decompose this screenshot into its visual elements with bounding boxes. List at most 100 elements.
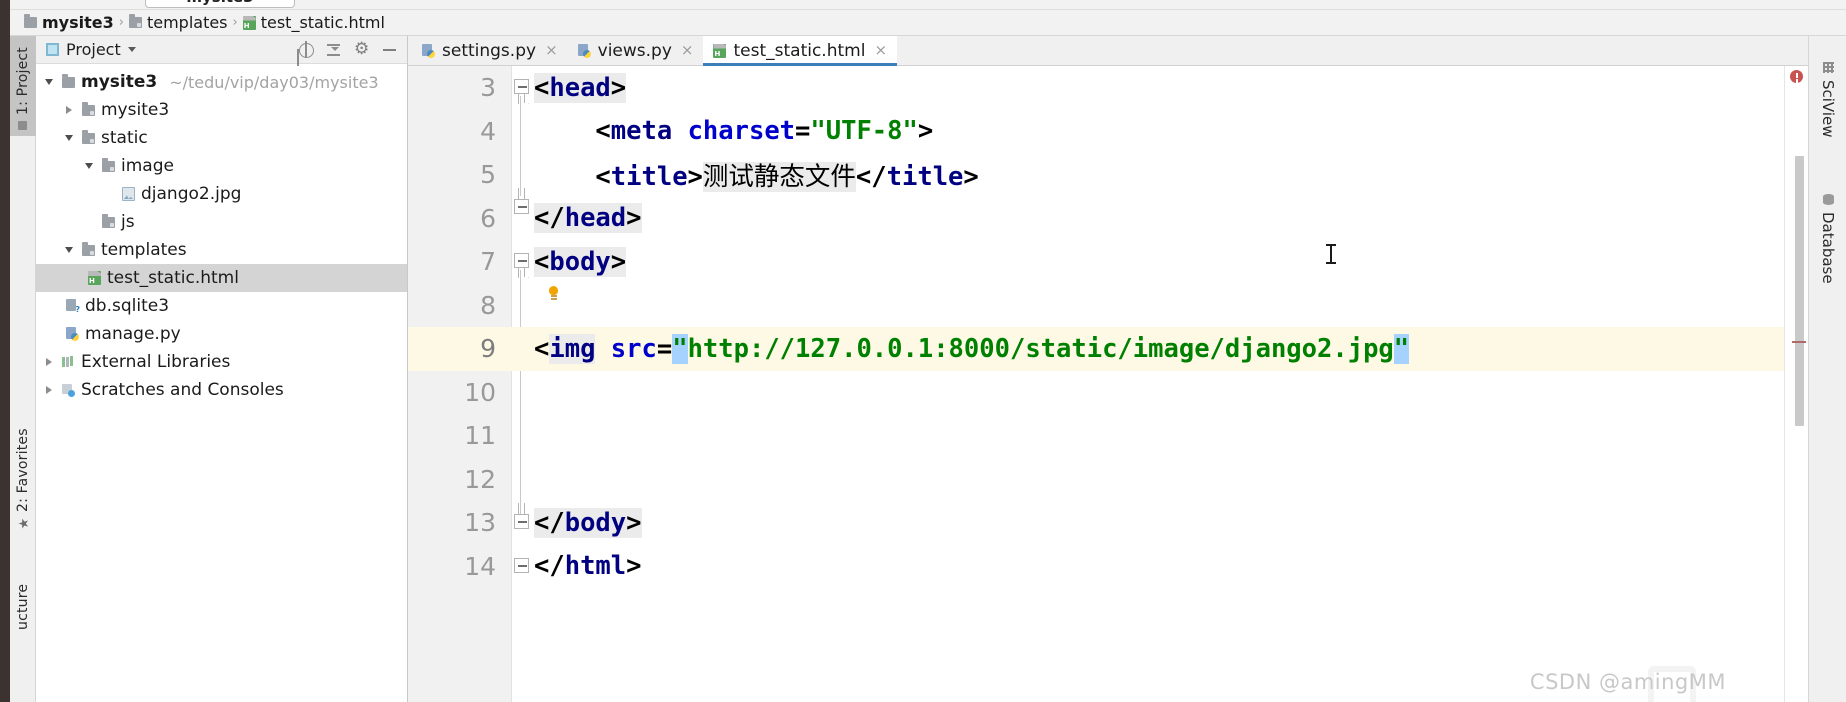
tree-row[interactable]: Scratches and Consoles — [36, 376, 407, 404]
tab-test-static-html[interactable]: test_static.html × — [703, 36, 898, 66]
tree-row[interactable]: js — [36, 208, 407, 236]
folder-icon — [82, 241, 95, 256]
sidebar-item-structure[interactable]: ucture — [10, 546, 36, 636]
line-number: 12 — [464, 464, 496, 494]
tree-row[interactable]: db.sqlite3 — [36, 292, 407, 320]
line-number: 6 — [480, 203, 496, 233]
code-lines: 3 <head> 4 <meta charset="UTF-8"> 5 <tit… — [408, 66, 1808, 702]
line-number: 13 — [464, 508, 496, 538]
tree-row[interactable]: image — [36, 152, 407, 180]
tree-item-label: django2.jpg — [141, 184, 242, 204]
warning-stripe[interactable] — [1792, 341, 1806, 343]
run-configuration-selector[interactable]: mysite3 — [145, 0, 295, 8]
code-line: 7 <body> — [408, 240, 1808, 284]
html-file-icon — [713, 43, 727, 58]
code-line: 13 </body> — [408, 501, 1808, 545]
breadcrumb: mysite3 › templates › test_static.html — [10, 10, 1846, 36]
sidebar-item-sciview[interactable]: SciView — [1809, 54, 1846, 146]
tree-row[interactable]: External Libraries — [36, 348, 407, 376]
tree-row[interactable]: mysite3 ~/tedu/vip/day03/mysite3 — [36, 68, 407, 96]
tree-item-label: js — [121, 212, 135, 232]
folder-icon — [82, 129, 95, 144]
editor-tab-bar: settings.py × views.py × test_static.htm… — [408, 36, 1808, 66]
tree-item-label: Scratches and Consoles — [81, 380, 284, 400]
close-icon[interactable]: × — [681, 43, 694, 58]
tab-label: settings.py — [442, 40, 537, 61]
lightbulb-icon[interactable] — [547, 285, 559, 302]
python-file-icon — [577, 43, 591, 58]
sqlite-file-icon — [66, 299, 80, 314]
error-stripe-icon[interactable] — [1790, 70, 1803, 83]
tree-row[interactable]: templates — [36, 236, 407, 264]
right-tool-window-bar: SciView Database — [1808, 36, 1846, 702]
twisty-icon[interactable] — [42, 79, 56, 85]
line-content: </html> — [534, 551, 642, 582]
tree-row[interactable]: mysite3 — [36, 96, 407, 124]
chevron-down-icon[interactable] — [127, 47, 136, 52]
close-icon[interactable]: × — [545, 43, 558, 58]
tab-views-py[interactable]: views.py × — [568, 36, 704, 65]
twisty-icon[interactable] — [42, 358, 56, 366]
tree-row[interactable]: static — [36, 124, 407, 152]
collapse-all-icon[interactable] — [326, 42, 341, 57]
breadcrumb-item-project[interactable]: mysite3 — [24, 13, 114, 32]
breadcrumb-separator: › — [118, 15, 124, 30]
scratches-icon — [62, 383, 75, 397]
code-line: 5 <title>测试静态文件</title> — [408, 153, 1808, 197]
close-icon[interactable]: × — [874, 43, 887, 58]
html-file-icon — [242, 15, 256, 30]
hide-icon[interactable] — [382, 42, 397, 57]
gear-icon[interactable] — [354, 39, 369, 59]
line-number: 7 — [480, 247, 496, 277]
line-number: 10 — [464, 377, 496, 407]
tree-row[interactable]: django2.jpg — [36, 180, 407, 208]
pycharm-window: mysite3 mysite3 › templates › test_stati… — [0, 0, 1846, 702]
sidebar-item-database[interactable]: Database — [1809, 186, 1846, 292]
tree-item-label: mysite3 — [101, 100, 170, 120]
breadcrumb-item-file[interactable]: test_static.html — [242, 13, 385, 32]
libraries-icon — [62, 356, 75, 368]
twisty-icon[interactable] — [62, 247, 76, 253]
folder-icon — [128, 14, 142, 28]
editor-area: settings.py × views.py × test_static.htm… — [408, 36, 1808, 702]
editor-scrollbar-thumb[interactable] — [1795, 156, 1804, 426]
twisty-icon[interactable] — [42, 386, 56, 394]
tree-item-label: External Libraries — [81, 352, 231, 372]
twisty-icon[interactable] — [82, 163, 96, 169]
code-editor[interactable]: 3 <head> 4 <meta charset="UTF-8"> 5 <tit… — [408, 66, 1808, 702]
folder-icon — [82, 101, 95, 116]
line-number: 9 — [480, 334, 496, 364]
twisty-icon[interactable] — [62, 135, 76, 141]
select-opened-file-icon[interactable] — [298, 41, 314, 58]
folder-icon — [102, 157, 115, 172]
breadcrumb-label: mysite3 — [42, 13, 114, 32]
line-content: </head> — [534, 203, 642, 234]
breadcrumb-separator: › — [232, 15, 238, 30]
tree-item-label: manage.py — [85, 324, 181, 344]
tab-settings-py[interactable]: settings.py × — [412, 36, 568, 65]
project-square-icon — [18, 121, 28, 130]
sidebar-item-project[interactable]: 1: Project — [10, 36, 36, 136]
line-content: <meta charset="UTF-8"> — [595, 116, 934, 147]
tab-label: views.py — [597, 40, 672, 61]
line-content: <title>测试静态文件</title> — [595, 162, 979, 193]
breadcrumb-label: templates — [146, 13, 228, 32]
line-content: <img src="http://127.0.0.1:8000/static/i… — [534, 333, 1410, 364]
breadcrumb-item-templates[interactable]: templates — [128, 13, 228, 32]
code-line: 4 <meta charset="UTF-8"> — [408, 110, 1808, 154]
tab-label: test_static.html — [733, 40, 866, 61]
tree-row[interactable]: test_static.html — [36, 264, 407, 292]
grid-icon — [1822, 62, 1834, 73]
tree-item-label: templates — [101, 240, 187, 260]
project-tool-window: Project mysite3 ~/tedu/vip/day03/mysite3 — [36, 36, 408, 702]
project-tree: mysite3 ~/tedu/vip/day03/mysite3 mysite3… — [36, 64, 407, 404]
error-stripe-marker-bar[interactable] — [1784, 66, 1808, 702]
line-content: <body> — [534, 246, 627, 277]
tree-item-path: ~/tedu/vip/day03/mysite3 — [169, 72, 379, 92]
tree-row[interactable]: manage.py — [36, 320, 407, 348]
twisty-icon[interactable] — [62, 106, 76, 114]
sidebar-item-favorites[interactable]: ★ 2: Favorites — [10, 406, 36, 536]
project-panel-header: Project — [36, 36, 407, 64]
tree-item-label: image — [121, 156, 174, 176]
folder-icon — [62, 73, 75, 88]
